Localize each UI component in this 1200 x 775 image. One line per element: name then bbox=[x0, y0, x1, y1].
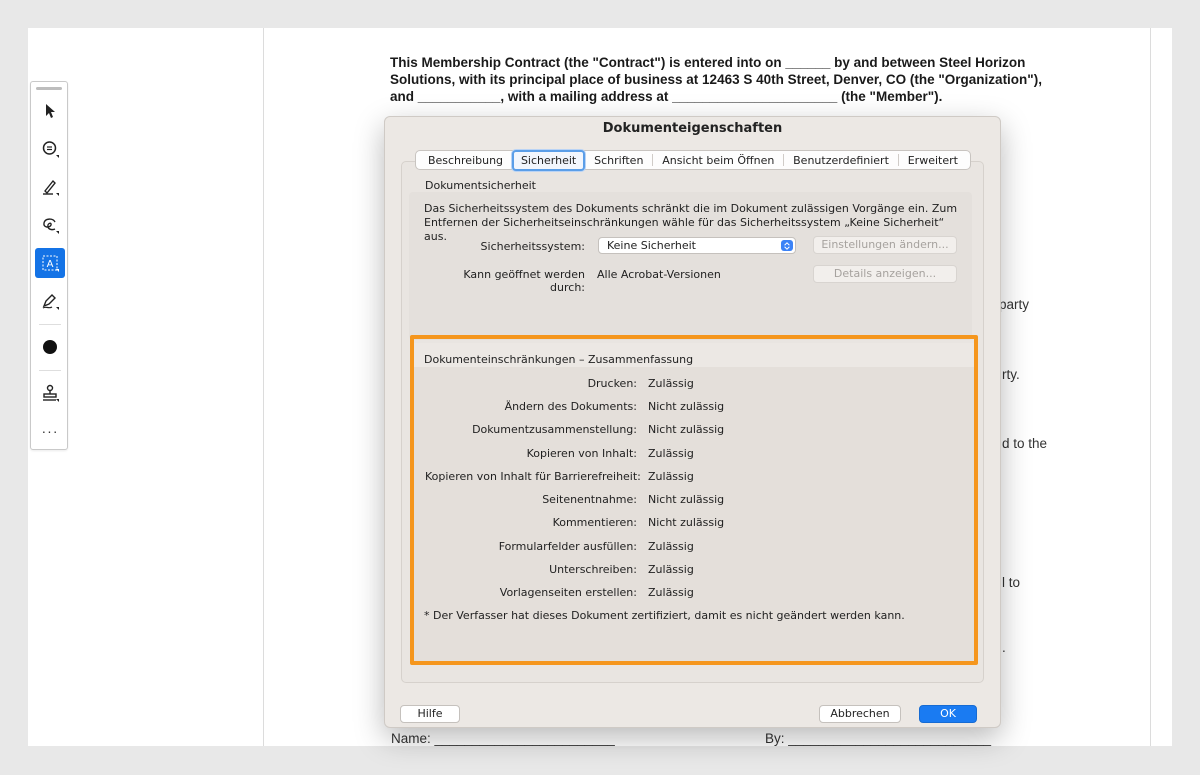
toolbar-grip[interactable] bbox=[36, 87, 62, 90]
quick-tools-toolbar: A ··· bbox=[30, 81, 68, 450]
restriction-label: Kommentieren: bbox=[552, 516, 637, 529]
restriction-label: Vorlagenseiten erstellen: bbox=[499, 586, 637, 599]
color-tool-button[interactable] bbox=[35, 332, 65, 362]
security-group-label: Dokumentsicherheit bbox=[425, 179, 536, 192]
select-chevron-icon bbox=[781, 240, 793, 251]
restriction-value: Nicht zulässig bbox=[648, 493, 725, 506]
restriction-value: Zulässig bbox=[648, 470, 694, 483]
comment-bubble-icon bbox=[42, 141, 59, 158]
change-settings-button[interactable]: Einstellungen ändern... bbox=[813, 236, 957, 254]
tab-divider bbox=[783, 154, 785, 166]
right-pane bbox=[1150, 28, 1172, 746]
tab-erweitert[interactable]: Erweitert bbox=[901, 152, 965, 169]
document-text-fragment: l to bbox=[1002, 575, 1021, 590]
toolbar-separator bbox=[39, 370, 61, 371]
restrictions-summary-title: Dokumenteinschränkungen – Zusammenfassun… bbox=[424, 353, 694, 366]
tab-sicherheit[interactable]: Sicherheit bbox=[511, 149, 586, 171]
document-text-fragment: party bbox=[999, 297, 1030, 312]
restriction-label: Kopieren von Inhalt für Barrierefreiheit… bbox=[425, 470, 641, 483]
tab-ansicht-beim-oeffnen[interactable]: Ansicht beim Öffnen bbox=[655, 152, 781, 169]
tab-benutzerdefiniert[interactable]: Benutzerdefiniert bbox=[786, 152, 896, 169]
name-signature-line: Name: ________________________ bbox=[391, 731, 615, 746]
show-details-button[interactable]: Details anzeigen... bbox=[813, 265, 957, 283]
restriction-value: Zulässig bbox=[648, 586, 694, 599]
restriction-label: Kopieren von Inhalt: bbox=[526, 447, 637, 460]
contract-intro-text: This Membership Contract (the "Contract"… bbox=[390, 55, 1042, 104]
freehand-loop-icon bbox=[43, 218, 59, 234]
color-dot-icon bbox=[43, 340, 57, 354]
stamp-tool-button[interactable] bbox=[35, 378, 65, 408]
document-text-fragment: rty. bbox=[1002, 367, 1020, 382]
cursor-arrow-icon bbox=[46, 104, 55, 118]
restriction-label: Dokumentzusammenstellung: bbox=[472, 423, 637, 436]
toolbar-separator bbox=[39, 324, 61, 325]
sign-tool-button[interactable] bbox=[35, 286, 65, 316]
dialog-title: Dokumenteigenschaften bbox=[602, 121, 783, 136]
security-system-label: Sicherheitssystem: bbox=[480, 240, 585, 253]
document-text-fragment: d to the bbox=[1002, 436, 1048, 451]
restriction-label: Drucken: bbox=[587, 377, 637, 390]
more-tools-button[interactable]: ··· bbox=[35, 416, 65, 446]
restriction-value: Zulässig bbox=[648, 540, 694, 553]
restriction-label: Unterschreiben: bbox=[549, 563, 637, 576]
select-tool-button[interactable] bbox=[35, 96, 65, 126]
tab-divider bbox=[897, 154, 899, 166]
pen-highlight-icon bbox=[43, 179, 59, 196]
by-signature-line: By: ___________________________ bbox=[765, 731, 991, 746]
document-properties-dialog: Dokumenteigenschaften Beschreibung Siche… bbox=[384, 116, 1001, 728]
restriction-label: Ändern des Dokuments: bbox=[504, 400, 637, 413]
tab-beschreibung[interactable]: Beschreibung bbox=[421, 152, 510, 169]
tab-schriften[interactable]: Schriften bbox=[587, 152, 650, 169]
cancel-button[interactable]: Abbrechen bbox=[819, 705, 901, 723]
tab-bar: Beschreibung Sicherheit Schriften Ansich… bbox=[415, 149, 971, 171]
security-system-value: Keine Sicherheit bbox=[607, 239, 696, 252]
ok-button[interactable]: OK bbox=[919, 705, 977, 723]
security-system-select[interactable]: Keine Sicherheit bbox=[598, 237, 796, 254]
restriction-value: Nicht zulässig bbox=[648, 400, 725, 413]
restriction-value: Zulässig bbox=[648, 563, 694, 576]
text-box-icon: A bbox=[42, 255, 59, 272]
tab-divider bbox=[652, 154, 654, 166]
opened-by-value: Alle Acrobat-Versionen bbox=[597, 268, 721, 281]
restriction-value: Zulässig bbox=[648, 447, 694, 460]
restriction-value: Zulässig bbox=[648, 377, 694, 390]
restriction-value: Nicht zulässig bbox=[648, 516, 725, 529]
certified-note: * Der Verfasser hat dieses Dokument zert… bbox=[424, 609, 905, 622]
restriction-label: Seitenentnahme: bbox=[542, 493, 637, 506]
draw-tool-button[interactable] bbox=[35, 210, 65, 240]
restriction-value: Nicht zulässig bbox=[648, 423, 725, 436]
more-tools-icon: ··· bbox=[41, 423, 59, 439]
stamp-icon bbox=[43, 384, 59, 402]
help-button[interactable]: Hilfe bbox=[400, 705, 460, 723]
document-text-fragment: . bbox=[1002, 640, 1006, 655]
comment-tool-button[interactable] bbox=[35, 134, 65, 164]
opened-by-label: Kann geöffnet werden durch: bbox=[463, 268, 585, 294]
highlight-tool-button[interactable] bbox=[35, 172, 65, 202]
signature-pen-icon bbox=[42, 294, 59, 310]
restriction-label: Formularfelder ausfüllen: bbox=[498, 540, 637, 553]
text-recognition-tool-button[interactable]: A bbox=[35, 248, 65, 278]
text-box-icon-letter: A bbox=[47, 259, 54, 270]
